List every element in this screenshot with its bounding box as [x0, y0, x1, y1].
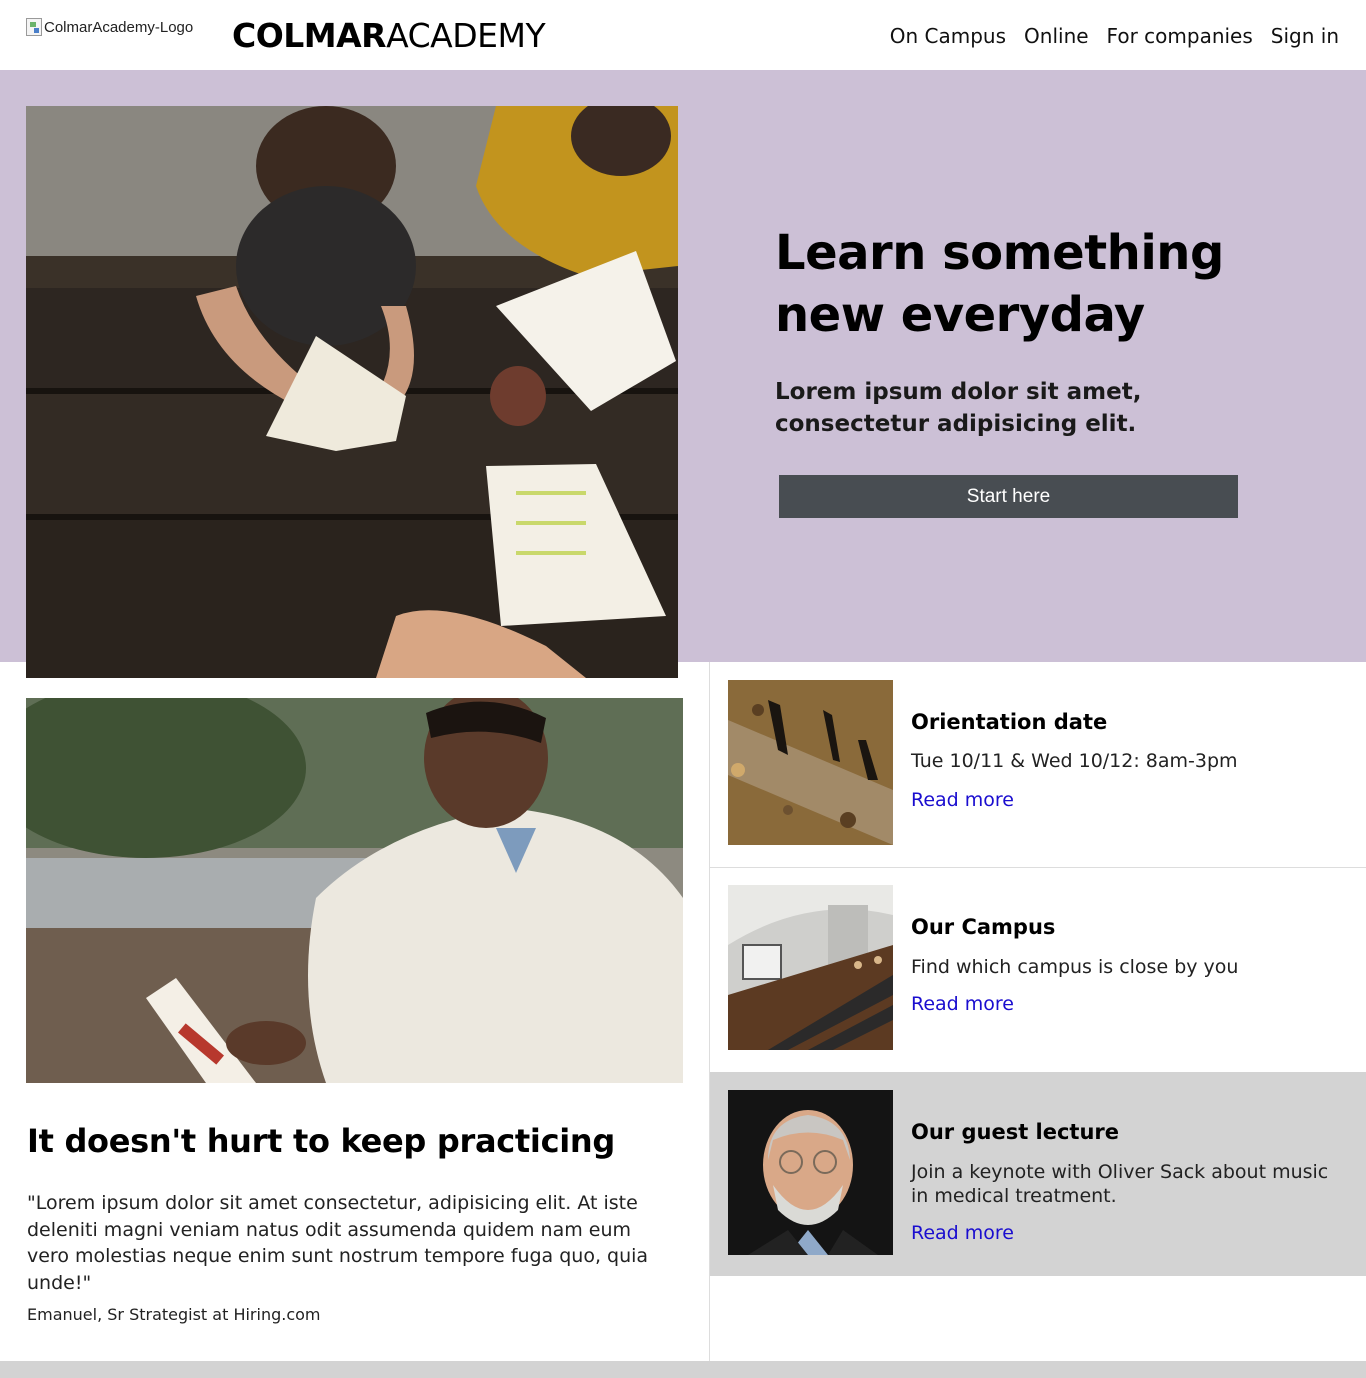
brand-wordmark[interactable]: COLMARACADEMY [232, 16, 546, 55]
orientation-thumbnail [728, 680, 893, 845]
nav-online[interactable]: Online [1024, 24, 1089, 48]
nav-on-campus[interactable]: On Campus [890, 24, 1006, 48]
logo-alt-text: ColmarAcademy-Logo [44, 18, 194, 36]
hero-title: Learn something new everyday [775, 222, 1255, 346]
hero-title-line2: new everyday [775, 287, 1145, 343]
brand-bold: COLMAR [232, 16, 387, 55]
orientation-desc: Tue 10/11 & Wed 10/12: 8am-3pm [911, 750, 1238, 772]
guest-lecture-thumbnail [728, 1090, 893, 1255]
testimonial-quote: "Lorem ipsum dolor sit amet consectetur,… [27, 1192, 649, 1294]
testimonial-attribution: Emanuel, Sr Strategist at Hiring.com [27, 1305, 321, 1324]
broken-image-icon [26, 18, 42, 36]
card-guest-lecture: Our guest lecture Join a keynote with Ol… [710, 1072, 1366, 1276]
campus-title: Our Campus [911, 915, 1056, 939]
card-campus: Our Campus Find which campus is close by… [710, 867, 1366, 1072]
nav-sign-in[interactable]: Sign in [1271, 24, 1339, 48]
guest-lecture-desc: Join a keynote with Oliver Sack about mu… [911, 1161, 1329, 1207]
guest-lecture-read-more-link[interactable]: Read more [911, 1222, 1014, 1244]
hero-text-block: Learn something new everyday Lorem ipsum… [775, 222, 1255, 440]
hero-title-line1: Learn something [775, 225, 1224, 281]
photo-man-reading [26, 698, 683, 1083]
card-orientation: Orientation date Tue 10/11 & Wed 10/12: … [710, 662, 1366, 867]
campus-thumbnail [728, 885, 893, 1050]
practice-heading: It doesn't hurt to keep practicing [27, 1122, 616, 1160]
hero-photo-students-reading [26, 106, 678, 678]
footer-bar [0, 1361, 1366, 1378]
brand-light: ACADEMY [386, 16, 546, 55]
site-header: ColmarAcademy-Logo COLMARACADEMY On Camp… [0, 0, 1366, 70]
nav-for-companies[interactable]: For companies [1107, 24, 1253, 48]
campus-read-more-link[interactable]: Read more [911, 993, 1014, 1015]
logo-image[interactable]: ColmarAcademy-Logo [26, 18, 193, 36]
hero-subtitle: Lorem ipsum dolor sit amet, consectetur … [775, 379, 1142, 437]
main-nav: On Campus Online For companies Sign in [890, 24, 1339, 48]
guest-lecture-title: Our guest lecture [911, 1120, 1120, 1144]
orientation-read-more-link[interactable]: Read more [911, 789, 1014, 811]
orientation-title: Orientation date [911, 710, 1108, 734]
start-here-button[interactable]: Start here [779, 475, 1238, 518]
campus-desc: Find which campus is close by you [911, 956, 1239, 978]
